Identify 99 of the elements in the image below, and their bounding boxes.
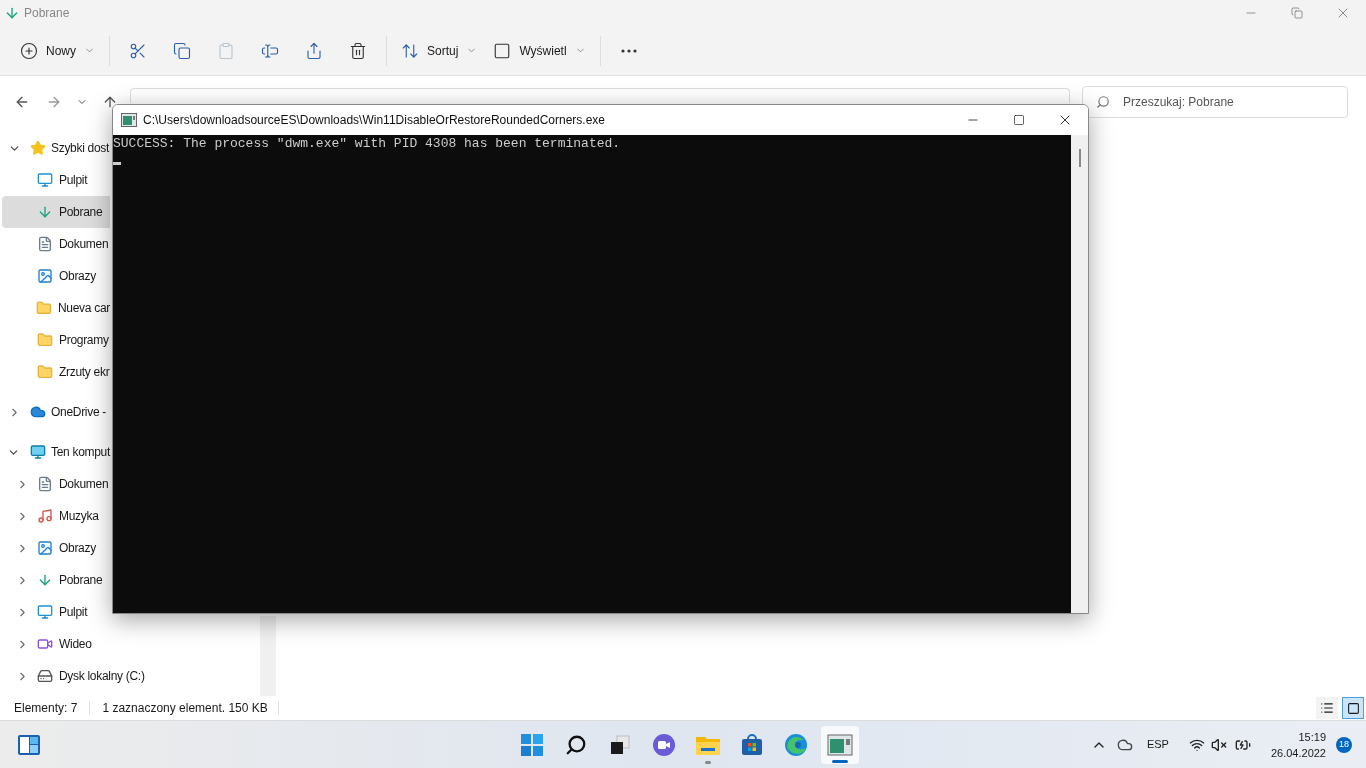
toolbar-button[interactable]: Wyświetl: [485, 33, 594, 68]
status-text: Elementy: 7: [14, 700, 78, 717]
copy-icon: [173, 41, 191, 60]
nav-item[interactable]: Pulpit: [2, 596, 110, 628]
console-window-icon: [827, 734, 853, 756]
nav-label: Zrzuty ekr: [59, 364, 110, 381]
windows-logo-icon: [520, 733, 544, 757]
clock[interactable]: 15:19 26.04.2022: [1270, 728, 1326, 761]
download-icon: [4, 5, 20, 21]
scissors-icon: [129, 41, 147, 60]
toolbar-button[interactable]: Sortuj: [393, 33, 486, 68]
widgets-icon: [17, 733, 41, 756]
scrollbar[interactable]: [1071, 135, 1088, 613]
task-view-icon: [609, 734, 631, 756]
clipboard-icon: [217, 41, 235, 60]
nav-item[interactable]: Obrazy: [2, 532, 110, 564]
nav-label: Wideo: [59, 636, 92, 653]
clock-date: 26.04.2022: [1270, 745, 1326, 761]
maximize-icon: [1013, 114, 1025, 126]
desktop-icon: [37, 172, 53, 188]
folder-icon: [37, 364, 53, 380]
view-icon: [493, 41, 512, 60]
picture-icon: [37, 268, 53, 284]
nav-item[interactable]: Dysk lokalny (C:): [2, 660, 258, 692]
back-icon[interactable]: [14, 94, 30, 110]
rename-icon: [261, 41, 279, 60]
search-icon: [565, 734, 587, 756]
drive-icon: [37, 668, 53, 684]
scrollbar[interactable]: [260, 616, 276, 696]
nav-item[interactable]: Zrzuty ekr: [2, 356, 110, 388]
list-icon: [1320, 701, 1334, 715]
nav-item[interactable]: Dokumen: [2, 228, 110, 260]
nav-label: OneDrive -: [51, 404, 106, 421]
tiles-view-button[interactable]: [1342, 697, 1364, 719]
desktop-icon: [37, 604, 53, 620]
muted-speaker-icon[interactable]: [1210, 736, 1227, 753]
nav-item[interactable]: Obrazy: [2, 260, 110, 292]
document-icon: [37, 236, 53, 252]
window-title: Pobrane: [24, 5, 70, 22]
star-icon: [30, 140, 46, 156]
nav-item[interactable]: Pobrane: [2, 564, 110, 596]
nav-item[interactable]: Pobrane: [2, 196, 110, 228]
nav-label: Nueva car: [58, 300, 110, 317]
nav-label: Obrazy: [59, 268, 96, 285]
clock-time: 15:19: [1298, 729, 1326, 745]
square-icon: [1346, 701, 1360, 715]
nav-label: Szybki dost: [51, 140, 110, 157]
download-icon: [37, 204, 53, 220]
cursor: [113, 162, 121, 165]
window-title: C:\Users\downloadsourceES\Downloads\Win11DisableOrRestoreRoundedCorners.exe: [143, 112, 605, 129]
download-icon: [37, 572, 53, 588]
nav-item[interactable]: Nueva car: [2, 292, 110, 324]
nav-label: Pobrane: [59, 204, 103, 221]
notification-badge[interactable]: 18: [1336, 736, 1352, 753]
nav-label: Dokumen: [59, 236, 109, 253]
nav-label: Pobrane: [59, 572, 103, 589]
nav-label: Dokumen: [59, 476, 109, 493]
nav-label: Obrazy: [59, 540, 96, 557]
nav-item[interactable]: Pulpit: [2, 164, 110, 196]
plus-icon: [20, 41, 38, 60]
nav-label: Dysk lokalny (C:): [59, 668, 145, 685]
cloud-icon: [30, 404, 46, 420]
nav-item[interactable]: Programy: [2, 324, 110, 356]
status-text: 1 zaznaczony element. 150 KB: [102, 700, 268, 717]
console-line: SUCCESS: The process "dwm.exe" with PID 4308 has been terminated.: [113, 136, 621, 152]
language-indicator[interactable]: ESP: [1146, 736, 1169, 753]
nav-label: Programy: [59, 332, 109, 349]
nav-item[interactable]: Ten komput: [2, 436, 110, 468]
toolbar-button[interactable]: Nowy: [12, 33, 103, 68]
nav-label: Ten komput: [50, 444, 110, 461]
video-icon: [37, 636, 53, 652]
more-icon: [620, 48, 637, 53]
nav-item[interactable]: Dokumen: [2, 468, 110, 500]
store-icon: [740, 733, 764, 757]
music-icon: [37, 508, 53, 524]
details-view-button[interactable]: [1316, 697, 1338, 719]
nav-label: Pulpit: [59, 172, 88, 189]
nav-item[interactable]: Wideo: [2, 628, 110, 660]
browser-icon: [784, 733, 808, 757]
forward-icon[interactable]: [46, 94, 62, 110]
trash-icon: [349, 41, 367, 60]
folder-icon: [36, 300, 52, 316]
console-window-icon: [121, 113, 137, 127]
nav-label: Muzyka: [59, 508, 99, 525]
sort-icon: [401, 41, 419, 60]
up-icon[interactable]: [102, 94, 118, 110]
nav-item[interactable]: OneDrive -: [2, 396, 110, 428]
restore-icon: [1291, 7, 1303, 19]
folder-icon: [37, 332, 53, 348]
chat-icon: [652, 733, 676, 757]
computer-icon: [29, 444, 46, 460]
picture-icon: [37, 540, 53, 556]
share-icon: [305, 41, 323, 60]
nav-label: Pulpit: [59, 604, 88, 621]
document-icon: [37, 476, 53, 492]
search-icon: [1096, 95, 1110, 109]
search-field[interactable]: Przeszukaj: Pobrane: [1082, 86, 1348, 118]
nav-item[interactable]: Muzyka: [2, 500, 110, 532]
nav-item[interactable]: Szybki dost: [2, 132, 110, 164]
